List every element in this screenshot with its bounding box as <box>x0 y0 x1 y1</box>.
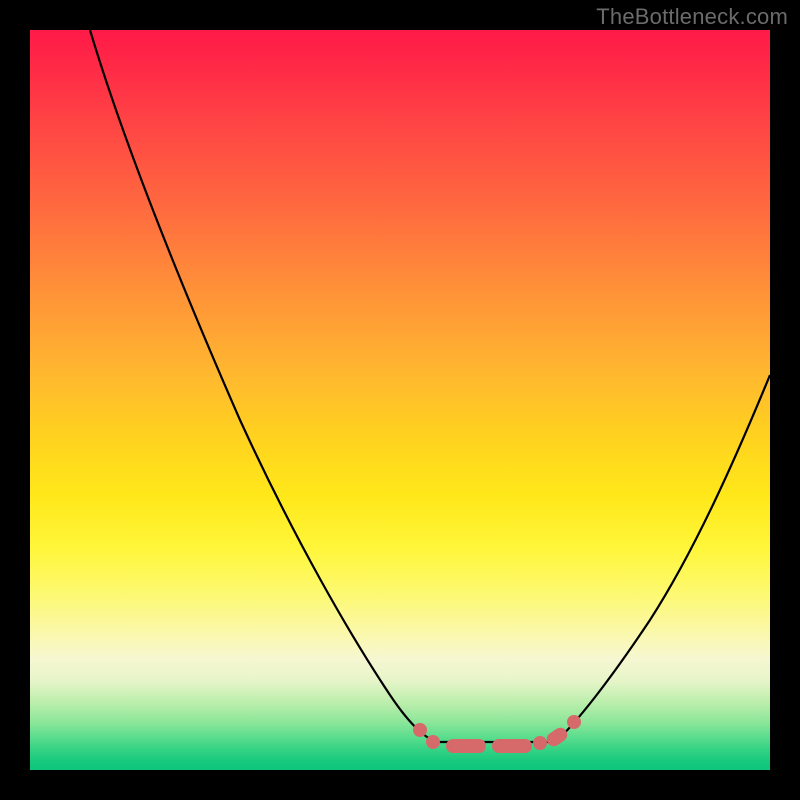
marker-dot <box>426 735 440 749</box>
plot-area <box>30 30 770 770</box>
curve-layer <box>30 30 770 770</box>
marker-dot <box>533 736 547 750</box>
curve-left-branch <box>90 30 438 742</box>
marker-dot <box>567 715 581 729</box>
marker-capsule <box>492 739 532 753</box>
watermark-text: TheBottleneck.com <box>596 4 788 30</box>
marker-capsule-tilted <box>544 725 570 749</box>
marker-dot <box>413 723 427 737</box>
marker-capsule <box>446 739 486 753</box>
curve-right-branch <box>555 375 770 742</box>
chart-frame: TheBottleneck.com <box>0 0 800 800</box>
